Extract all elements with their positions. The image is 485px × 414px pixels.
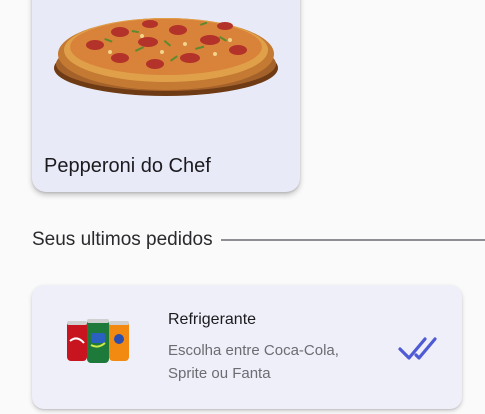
featured-pizza-title: Pepperoni do Chef: [44, 155, 211, 177]
double-check-icon: [398, 337, 437, 360]
soda-cans-image: [67, 319, 129, 363]
section-title: Seus ultimos pedidos: [32, 229, 213, 250]
featured-pizza-card[interactable]: Pepperoni do Chef: [32, 0, 300, 192]
order-description: Escolha entre Coca-Cola, Sprite ou Fanta: [168, 342, 339, 382]
recent-orders-header: Seus ultimos pedidos: [32, 227, 485, 253]
pizza-image: [54, 18, 278, 96]
order-card[interactable]: Refrigerante Escolha entre Coca-Cola, Sp…: [32, 285, 462, 409]
order-title: Refrigerante: [168, 311, 257, 328]
section-divider: [220, 239, 485, 241]
